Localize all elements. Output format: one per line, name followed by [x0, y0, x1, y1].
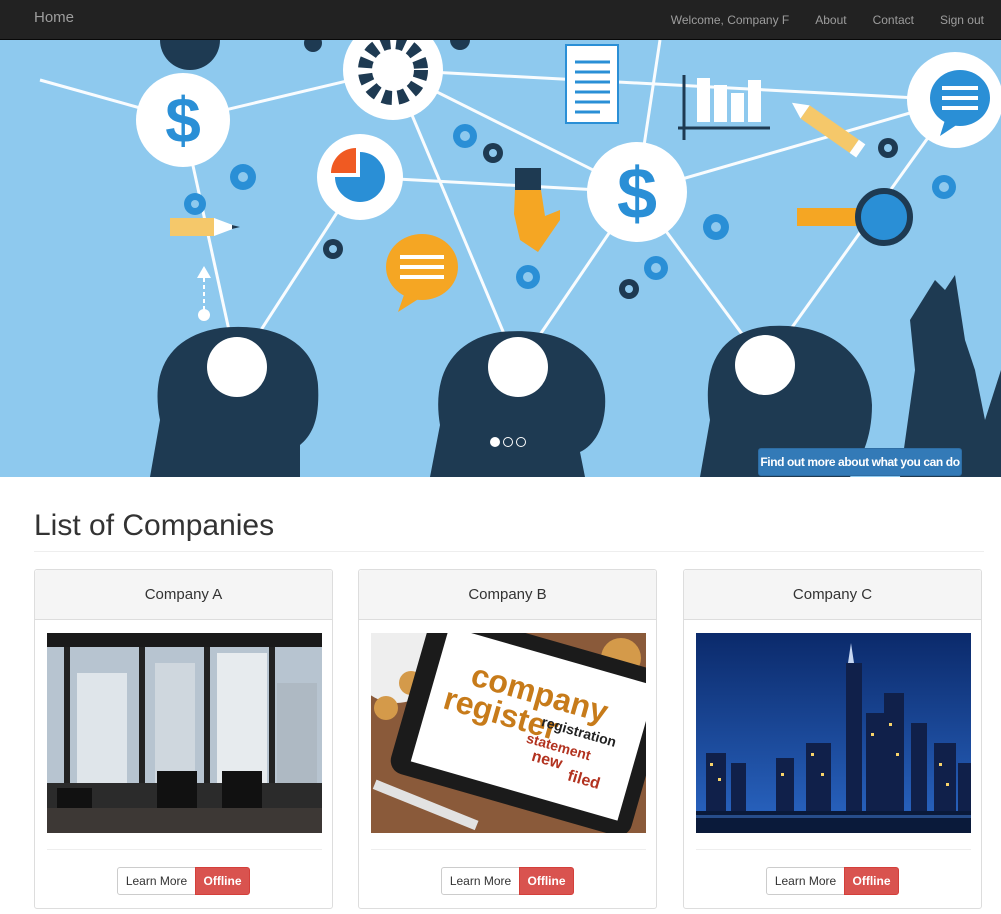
company-card-c: Company C Learn More Offline: [683, 569, 982, 909]
status-offline-button[interactable]: Offline: [195, 867, 250, 895]
hero-carousel[interactable]: $ $ Find out more about what you can do: [0, 40, 1001, 477]
card-divider: [371, 849, 646, 850]
page-title: List of Companies: [34, 509, 275, 542]
learn-more-button[interactable]: Learn More: [766, 867, 845, 895]
company-card-b: Company B company register registration …: [358, 569, 657, 909]
sign-out-link[interactable]: Sign out: [940, 13, 984, 27]
about-link[interactable]: About: [815, 13, 846, 27]
contact-link[interactable]: Contact: [873, 13, 914, 27]
carousel-indicators: [490, 437, 526, 447]
find-out-more-button[interactable]: Find out more about what you can do: [758, 448, 962, 476]
top-navbar: Home Welcome, Company F About Contact Si…: [0, 0, 1001, 40]
hero-illustration: $ $: [0, 40, 1001, 477]
learn-more-button[interactable]: Learn More: [441, 867, 520, 895]
carousel-indicator-1[interactable]: [490, 437, 500, 447]
svg-text:$: $: [617, 154, 657, 234]
company-a-image: [47, 633, 322, 833]
home-link[interactable]: Home: [34, 9, 74, 26]
status-offline-button[interactable]: Offline: [519, 867, 574, 895]
card-actions: Learn More Offline: [359, 867, 656, 895]
company-c-image: [696, 633, 971, 833]
card-divider: [696, 849, 971, 850]
company-name: Company B: [359, 570, 656, 620]
learn-more-button[interactable]: Learn More: [117, 867, 196, 895]
company-name: Company C: [684, 570, 981, 620]
nav-links: Welcome, Company F About Contact Sign ou…: [671, 0, 984, 40]
svg-text:$: $: [165, 84, 201, 156]
title-divider: [34, 551, 984, 552]
card-actions: Learn More Offline: [684, 867, 981, 895]
carousel-indicator-2[interactable]: [503, 437, 513, 447]
company-b-image: company register registration statement …: [371, 633, 646, 833]
company-card-a: Company A Learn More Offline: [34, 569, 333, 909]
status-offline-button[interactable]: Offline: [844, 867, 899, 895]
company-name: Company A: [35, 570, 332, 620]
card-divider: [47, 849, 322, 850]
card-actions: Learn More Offline: [35, 867, 332, 895]
carousel-indicator-3[interactable]: [516, 437, 526, 447]
welcome-link[interactable]: Welcome, Company F: [671, 13, 789, 27]
